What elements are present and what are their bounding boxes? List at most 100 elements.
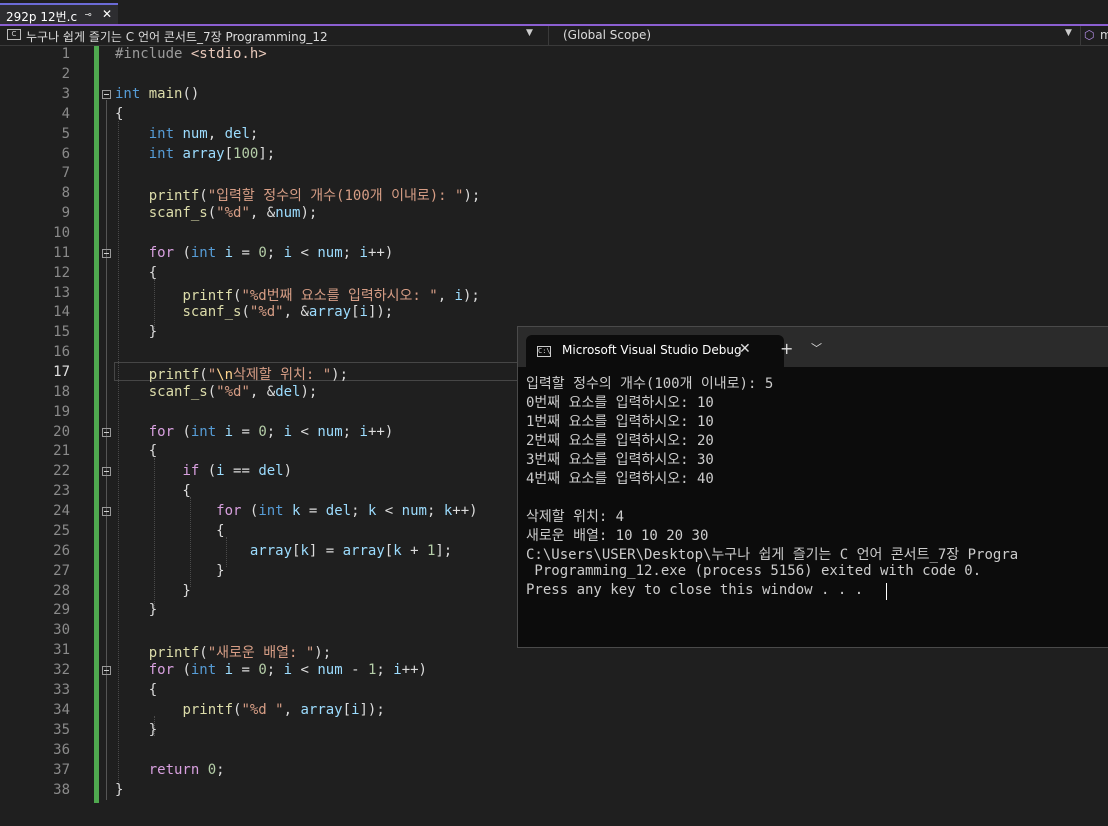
text-cursor (886, 583, 887, 600)
fold-toggle-for4[interactable] (102, 666, 111, 675)
line-number: 17 (53, 364, 70, 380)
fold-toggle-for3[interactable] (102, 507, 111, 516)
line-number: 9 (61, 205, 70, 221)
line-number: 28 (53, 583, 70, 599)
line-number: 27 (53, 563, 70, 579)
line-number: 18 (53, 384, 70, 400)
code-line: scanf_s("%d", &num); (148, 205, 318, 221)
line-number: 31 (53, 642, 70, 658)
fold-region-line (106, 100, 107, 800)
pin-icon[interactable]: ⊸ (85, 8, 92, 21)
line-number: 5 (61, 126, 70, 142)
c-file-icon: C (7, 29, 21, 40)
line-number: 16 (53, 344, 70, 360)
line-number: 3 (61, 86, 70, 102)
scope-dropdown[interactable]: (Global Scope) ▼ (548, 26, 1079, 45)
line-number: 23 (53, 483, 70, 499)
document-tab-bar: 292p 12번.c ⊸ ✕ (0, 0, 1108, 26)
console-line: 2번째 요소를 입력하시오: 20 (526, 433, 714, 449)
debug-console-window[interactable]: C:\ Microsoft Visual Studio Debug ✕ + ﹀ … (517, 326, 1108, 648)
close-icon[interactable]: ✕ (739, 341, 751, 357)
code-line: int num, del; (148, 126, 259, 142)
line-number: 14 (53, 304, 70, 320)
code-line: } (115, 722, 158, 738)
console-line: 3번째 요소를 입력하시오: 30 (526, 452, 714, 468)
console-line: Programming_12.exe (process 5156) exited… (526, 563, 982, 579)
project-name: 누구나 쉽게 즐기는 C 언어 콘서트_7장 Programming_12 (26, 30, 328, 44)
line-number: 30 (53, 622, 70, 638)
terminal-icon: C:\ (537, 346, 551, 357)
line-number: 2 (61, 66, 70, 82)
fold-toggle-main[interactable] (102, 90, 111, 99)
code-line: printf("입력할 정수의 개수(100개 이내로): "); (148, 188, 481, 204)
code-line: printf("\n삭제할 위치: "); (148, 367, 349, 383)
code-line: { (115, 483, 191, 499)
code-line: #include <stdio.h> (115, 46, 267, 62)
line-number: 38 (53, 782, 70, 798)
line-number: 10 (53, 225, 70, 241)
code-line: array[k] = array[k + 1]; (249, 543, 453, 559)
line-number: 1 (61, 46, 70, 62)
project-dropdown[interactable]: C 누구나 쉽게 즐기는 C 언어 콘서트_7장 Programming_12 … (4, 26, 538, 45)
line-number: 11 (53, 245, 70, 261)
line-number: 12 (53, 265, 70, 281)
cube-icon: ⬡ (1084, 28, 1095, 42)
fold-toggle-for2[interactable] (102, 428, 111, 437)
code-line: printf("%d ", array[i]); (182, 702, 385, 718)
chevron-down-icon: ▼ (1065, 28, 1072, 38)
line-number: 20 (53, 424, 70, 440)
code-line: scanf_s("%d", &array[i]); (182, 304, 394, 320)
code-line: printf("새로운 배열: "); (148, 645, 332, 661)
code-line: for (int i = 0; i < num - 1; i++) (148, 662, 427, 678)
member-dropdown[interactable]: ⬡ m (1080, 26, 1108, 45)
new-tab-button[interactable]: + (780, 339, 793, 358)
console-line: 입력할 정수의 개수(100개 이내로): 5 (526, 376, 774, 392)
chevron-down-icon[interactable]: ﹀ (811, 340, 822, 356)
code-line: } (115, 324, 158, 340)
tab-title: 292p 12번.c (6, 10, 78, 24)
console-line: 0번째 요소를 입력하시오: 10 (526, 395, 714, 411)
scope-name: (Global Scope) (563, 28, 652, 42)
line-number: 7 (61, 165, 70, 181)
line-number: 22 (53, 463, 70, 479)
line-number: 37 (53, 762, 70, 778)
code-line: if (i == del) (182, 463, 293, 479)
line-number: 33 (53, 682, 70, 698)
close-icon[interactable]: ✕ (102, 7, 112, 21)
code-line: for (int i = 0; i < num; i++) (148, 424, 394, 440)
console-title: Microsoft Visual Studio Debug (562, 343, 742, 357)
navigation-bar: C 누구나 쉽게 즐기는 C 언어 콘서트_7장 Programming_12 … (0, 26, 1108, 46)
line-number: 8 (61, 185, 70, 201)
code-line: int array[100]; (148, 146, 276, 162)
change-tracking-bar (94, 46, 99, 803)
line-number: 29 (53, 602, 70, 618)
code-line: } (115, 602, 158, 618)
line-number: 4 (61, 106, 70, 122)
code-line: } (115, 583, 191, 599)
member-name: m (1100, 28, 1108, 42)
console-line: Press any key to close this window . . . (526, 582, 864, 598)
code-line: int main() (115, 86, 200, 102)
line-number: 36 (53, 742, 70, 758)
line-number: 25 (53, 523, 70, 539)
document-tab[interactable]: 292p 12번.c ⊸ ✕ (0, 3, 118, 24)
code-line: } (115, 563, 225, 579)
code-line: { (115, 682, 158, 698)
console-line: 1번째 요소를 입력하시오: 10 (526, 414, 714, 430)
code-line: { (115, 523, 225, 539)
code-line: { (115, 443, 158, 459)
fold-toggle-for1[interactable] (102, 249, 111, 258)
console-line: 삭제할 위치: 4 (526, 509, 625, 525)
code-line: for (int k = del; k < num; k++) (216, 503, 478, 519)
console-line: 4번째 요소를 입력하시오: 40 (526, 471, 714, 487)
code-line: for (int i = 0; i < num; i++) (148, 245, 394, 261)
line-number: 32 (53, 662, 70, 678)
console-tab[interactable]: C:\ Microsoft Visual Studio Debug ✕ (526, 335, 784, 367)
code-line: { (115, 106, 124, 122)
fold-toggle-if[interactable] (102, 467, 111, 476)
line-number: 15 (53, 324, 70, 340)
line-number: 13 (53, 285, 70, 301)
line-number: 34 (53, 702, 70, 718)
console-line: 새로운 배열: 10 10 20 30 (526, 528, 709, 544)
code-line: } (115, 782, 124, 798)
